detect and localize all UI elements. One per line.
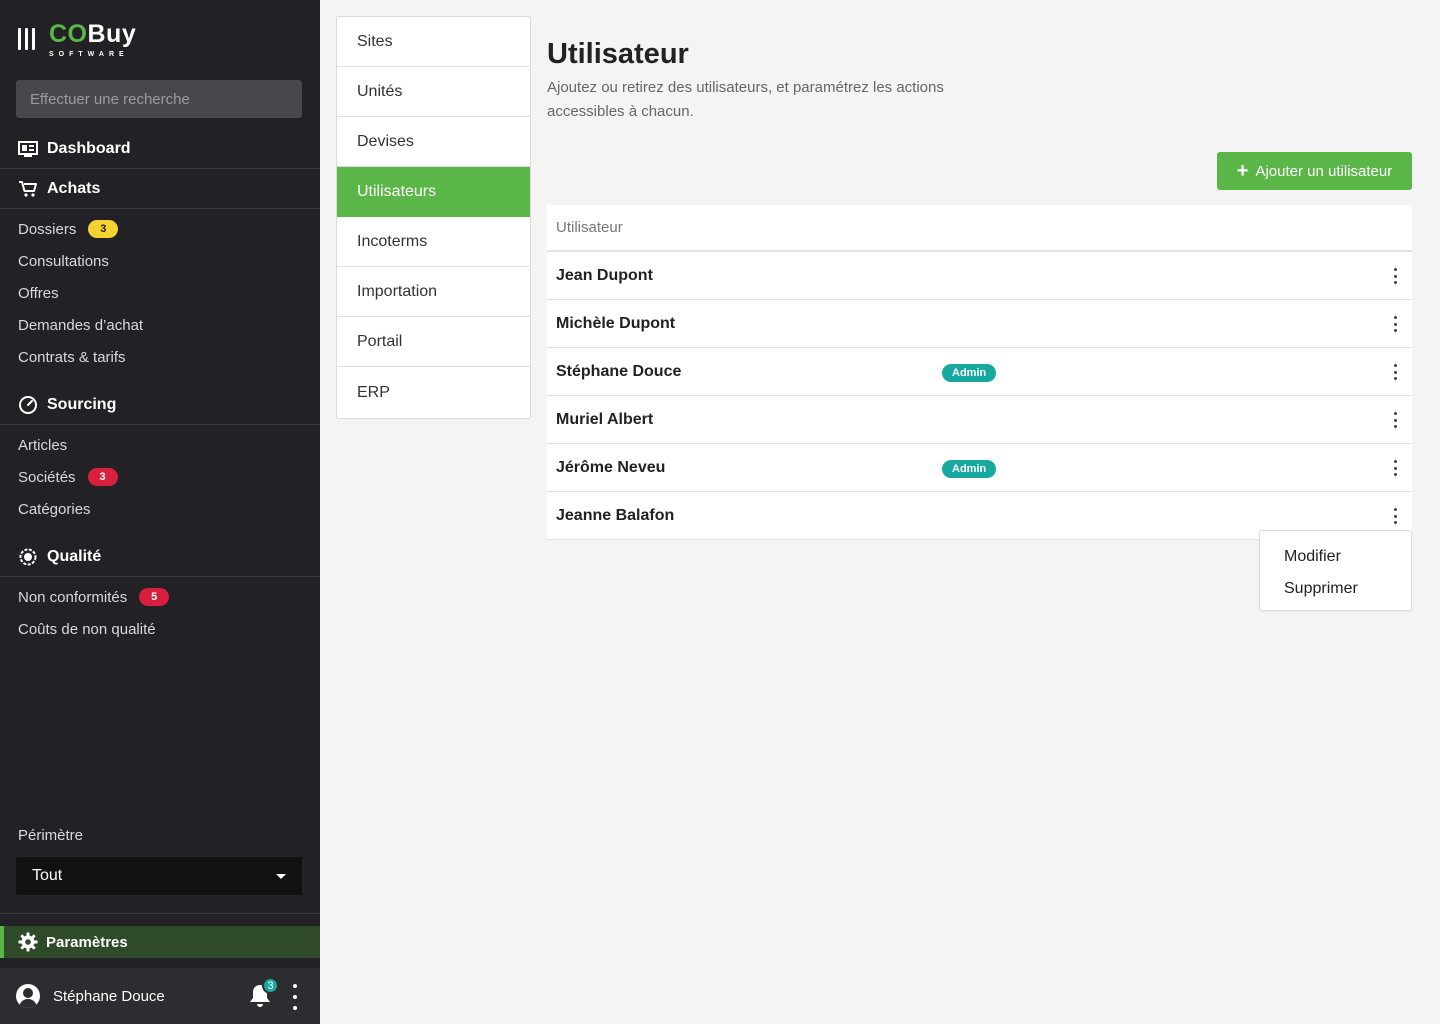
count-badge: 5 [139,588,170,606]
dashboard-icon [18,139,38,159]
user-name-cell: Stéphane Douce [556,362,682,380]
sidebar-item-label: Consultations [18,252,109,270]
sourcing-label: Sourcing [47,395,117,413]
sidebar-item-label: Catégories [18,500,91,518]
row-menu-icon[interactable] [1394,316,1398,332]
sidebar-item-label: Contrats & tarifs [18,348,126,366]
row-menu-icon[interactable] [1394,268,1398,284]
row-menu-icon[interactable] [1394,508,1398,524]
sidebar-item-label: Sociétés [18,468,76,486]
sidebar-section-sourcing[interactable]: Sourcing [0,385,320,425]
sidebar-item-label: Dossiers [18,220,77,238]
sidebar-item-label: Coûts de non qualité [18,620,156,638]
users-table: Utilisateur Jean Dupont Michèle Dupont S… [547,205,1412,540]
gear-icon [18,932,38,952]
add-user-button[interactable]: + Ajouter un utilisateur [1217,152,1412,190]
admin-badge: Admin [942,460,997,478]
delete-menu-item[interactable]: Supprimer [1260,573,1411,605]
sidebar-item-consultations[interactable]: Consultations [18,249,109,273]
settings-item-utilisateurs[interactable]: Utilisateurs [337,167,530,217]
caret-down-icon [276,873,286,879]
sidebar-item-label: Articles [18,436,68,454]
menu-icon[interactable] [18,28,35,50]
sidebar-item-label: Offres [18,284,59,302]
page-description: Ajoutez ou retirez des utilisateurs, et … [547,79,944,120]
sidebar-item-dashboard[interactable]: Dashboard [0,129,320,169]
table-header: Utilisateur [547,205,1412,252]
settings-item-unites[interactable]: Unités [337,67,530,117]
edit-menu-item[interactable]: Modifier [1260,541,1411,573]
count-badge: 3 [88,220,119,238]
plus-icon: + [1236,160,1249,182]
settings-menu: Sites Unités Devises Utilisateurs Incote… [336,16,531,419]
settings-item-importation[interactable]: Importation [337,267,530,317]
sidebar-item-demandes-achat[interactable]: Demandes d’achat [18,313,143,337]
count-badge: 3 [87,468,118,486]
page-title: Utilisateur [547,38,689,70]
sidebar-item-label: Demandes d’achat [18,316,144,334]
search-input[interactable] [16,80,302,118]
dashboard-label: Dashboard [47,139,131,157]
parametres-label: Paramètres [46,933,128,951]
perimetre-value: Tout [32,867,63,884]
more-options-icon[interactable] [290,984,300,1010]
sidebar-item-parametres[interactable]: Paramètres [0,926,320,958]
sidebar-item-categories[interactable]: Catégories [18,497,91,521]
sidebar-section-qualite[interactable]: Qualité [0,537,320,577]
logo-co: CO [49,20,88,48]
sidebar-item-dossiers[interactable]: Dossiers 3 [18,217,119,241]
perimetre-select[interactable]: Tout [16,857,302,895]
user-name-cell: Michèle Dupont [556,314,676,332]
admin-badge: Admin [942,364,997,382]
row-action-menu: Modifier Supprimer [1259,530,1412,611]
sidebar-item-offres[interactable]: Offres [18,281,59,305]
table-row[interactable]: Michèle Dupont [547,300,1412,348]
avatar[interactable] [16,984,40,1008]
sidebar-item-non-conformites[interactable]: Non conformités 5 [18,585,170,609]
table-row[interactable]: Jérôme Neveu Admin [547,444,1412,492]
add-user-label: Ajouter un utilisateur [1255,162,1393,180]
cart-icon [18,179,38,199]
notification-badge: 3 [262,977,279,994]
compass-icon [18,395,38,415]
settings-item-sites[interactable]: Sites [337,17,530,67]
qualite-label: Qualité [47,547,102,565]
table-row[interactable]: Muriel Albert [547,396,1412,444]
row-menu-icon[interactable] [1394,412,1398,428]
user-name-cell: Muriel Albert [556,410,654,428]
user-name-cell: Jean Dupont [556,266,653,284]
settings-item-incoterms[interactable]: Incoterms [337,217,530,267]
settings-item-portail[interactable]: Portail [337,317,530,367]
user-name[interactable]: Stéphane Douce [53,988,165,1005]
user-name-cell: Jérôme Neveu [556,458,666,476]
sidebar-divider [0,913,320,914]
sidebar: COBuy SOFTWARE Dashboard Achats Dossiers… [0,0,320,1024]
sidebar-item-contrats-tarifs[interactable]: Contrats & tarifs [18,345,126,369]
table-row[interactable]: Stéphane Douce Admin [547,348,1412,396]
sidebar-item-articles[interactable]: Articles [18,433,67,457]
settings-item-devises[interactable]: Devises [337,117,530,167]
sidebar-item-label: Non conformités [18,588,128,606]
perimetre-label: Périmètre [18,827,84,844]
logo-buy: Buy [87,20,137,48]
table-row[interactable]: Jean Dupont [547,252,1412,300]
row-menu-icon[interactable] [1394,364,1398,380]
quality-icon [18,547,38,567]
user-name-cell: Jeanne Balafon [556,506,675,524]
sidebar-item-societes[interactable]: Sociétés 3 [18,465,118,489]
sidebar-section-achats[interactable]: Achats [0,169,320,209]
achats-label: Achats [47,179,101,197]
sidebar-item-couts-non-qualite[interactable]: Coûts de non qualité [18,617,156,641]
cobuy-logo[interactable]: COBuy SOFTWARE [18,22,136,62]
row-menu-icon[interactable] [1394,460,1398,476]
settings-item-erp[interactable]: ERP [337,367,530,418]
logo-subtitle: SOFTWARE [49,51,129,58]
